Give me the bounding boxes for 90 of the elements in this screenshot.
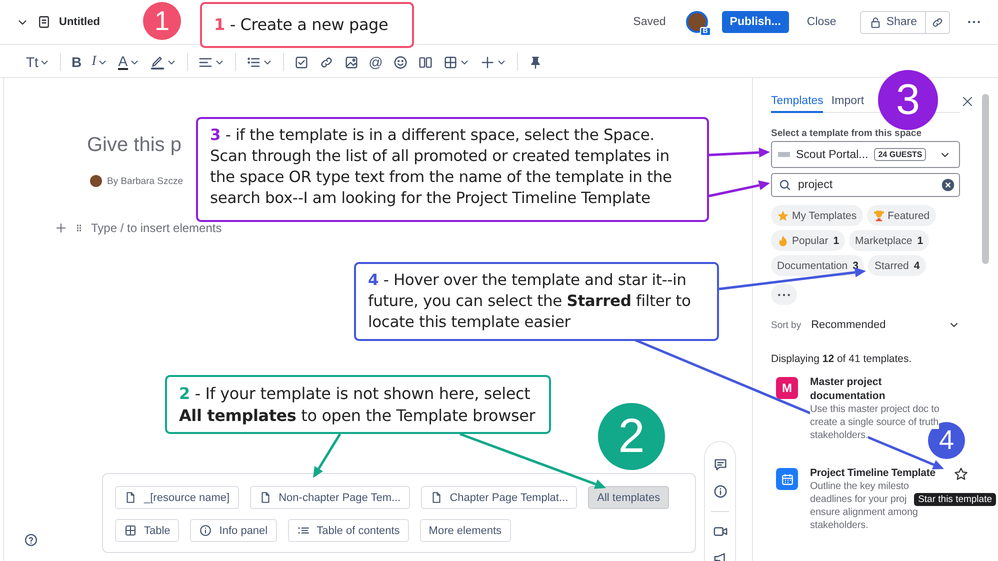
emoji-icon <box>392 54 408 70</box>
page-icon <box>430 491 443 504</box>
page-icon <box>124 491 137 504</box>
suggestion-button[interactable]: _[resource name] <box>115 486 239 509</box>
template-description: Outline the key milesto <box>810 480 909 493</box>
suggestion-button[interactable]: More elements <box>420 519 511 542</box>
toolbar-button[interactable]: I <box>88 53 112 71</box>
copy-link-button[interactable] <box>926 10 950 34</box>
image-icon <box>344 54 359 70</box>
sort-select[interactable]: Recommended <box>811 319 960 331</box>
suggestion-button[interactable]: Non-chapter Page Tem... <box>250 486 410 509</box>
info-icon <box>199 524 212 537</box>
space-logo-icon <box>778 152 790 157</box>
byline: By Barbara Szcze <box>107 176 184 186</box>
tooltip: Star this template <box>914 493 996 506</box>
field-label: Select a template from this space <box>771 128 922 139</box>
star-icon <box>777 210 789 222</box>
save-status: Saved <box>633 16 666 28</box>
publish-button[interactable]: Publish... <box>722 11 789 33</box>
filter-chip[interactable]: Starred 4 <box>868 255 926 276</box>
results-summary: Displaying 12 of 41 templates. <box>771 353 913 365</box>
page-icon <box>258 491 272 504</box>
suggestion-button[interactable]: Table of contents <box>288 519 409 542</box>
toolbar-button[interactable]: B <box>67 53 86 71</box>
close-button[interactable]: Close <box>796 11 846 33</box>
page-title: Untitled <box>59 16 100 28</box>
link-icon <box>318 54 334 70</box>
columns-icon <box>418 54 433 70</box>
template-description: deadlines for your proj <box>810 493 907 506</box>
suggestion-button[interactable]: Table <box>115 519 180 542</box>
callout: 3 - if the template is in a different space, select the Space. Scan through the list of all promoted or created templates in the space OR type text from the name of the template in the search box--I am looking for the Project Timeline Template <box>196 117 709 222</box>
sort-label: Sort by <box>771 320 802 330</box>
step-number: 2 <box>598 403 665 470</box>
step-number: 3 <box>878 70 938 130</box>
guests-badge: 24 GUESTS <box>874 148 926 161</box>
link-icon <box>931 16 944 28</box>
drag-handle-icon <box>74 223 84 233</box>
space-dropdown[interactable]: Scout Portal... 24 GUESTS <box>771 141 960 168</box>
share-button[interactable]: Share <box>860 10 926 34</box>
close-icon <box>961 95 974 108</box>
filter-chip[interactable]: Marketplace 1 <box>849 230 930 251</box>
lock-icon <box>869 16 882 28</box>
more-icon <box>777 292 791 296</box>
suggestion-button[interactable]: Info panel <box>190 519 277 542</box>
callout: 2 - If your template is not shown here, select All templates to open the Template browser <box>165 375 551 434</box>
filter-chip[interactable]: My Templates <box>771 205 863 226</box>
table-icon <box>124 524 137 537</box>
comment-icon <box>712 457 728 472</box>
fire-icon <box>777 234 789 246</box>
callout: 4 - Hover over the template and star it--in future, you can select the Starred filter to locate this template easier <box>354 262 719 341</box>
template-description: stakeholders. <box>810 429 868 442</box>
title-placeholder[interactable]: Give this p <box>87 134 182 157</box>
info-icon <box>712 484 728 499</box>
template-title[interactable]: Project Timeline Template <box>810 466 936 480</box>
search-field[interactable]: project <box>771 173 960 197</box>
template-logo: M <box>776 377 798 399</box>
author-avatar <box>90 175 102 187</box>
bullet-list-icon <box>246 54 261 70</box>
template-description: Use this master project doc to <box>810 403 940 416</box>
filter-chip[interactable]: Popular 1 <box>771 230 846 251</box>
table-icon <box>442 54 458 70</box>
panel-tab[interactable]: Import <box>831 95 864 113</box>
search-icon <box>779 179 791 191</box>
toolbar-button[interactable]: A <box>114 53 144 71</box>
arrow <box>708 148 770 158</box>
toolbar-button[interactable]: @ <box>364 53 387 71</box>
plus-icon <box>480 54 495 70</box>
suggestion-button[interactable]: Chapter Page Templat... <box>420 486 578 509</box>
highlighter-icon <box>150 54 165 70</box>
more-icon <box>967 20 981 24</box>
more-filters-button[interactable] <box>771 284 797 305</box>
video-icon <box>712 524 728 539</box>
arrow <box>313 433 342 478</box>
panel-tab[interactable]: Templates <box>771 95 824 113</box>
step-number: 1 <box>143 2 181 40</box>
trophy-icon <box>872 210 885 222</box>
help-icon <box>24 533 38 547</box>
document-icon <box>37 15 51 29</box>
arrow <box>708 180 770 198</box>
template-description: ensure alignment among <box>810 506 918 519</box>
filter-chip[interactable]: Featured <box>866 205 936 226</box>
insert-hint: Type / to insert elements <box>91 221 222 235</box>
plus-icon <box>55 222 67 234</box>
clear-icon[interactable] <box>941 178 955 192</box>
toolbar-button[interactable]: Tt <box>22 53 54 71</box>
callout: 1 - Create a new page <box>200 2 414 48</box>
checkbox-icon <box>294 54 309 70</box>
suggestion-button[interactable]: All templates <box>588 486 670 509</box>
star-icon[interactable] <box>954 467 968 481</box>
template-title[interactable]: Master project documentation <box>810 375 944 403</box>
